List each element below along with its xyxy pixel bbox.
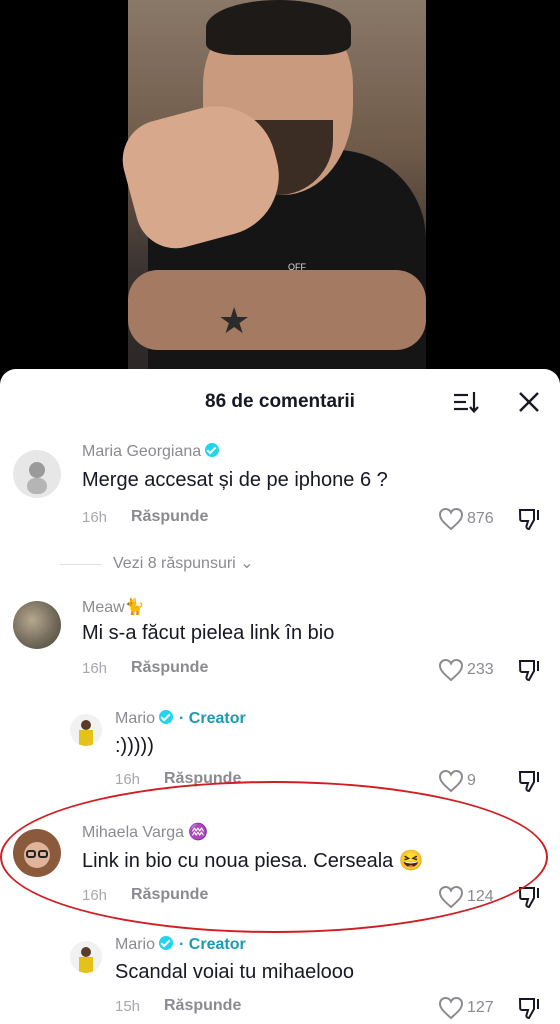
comment-text: :)))))	[115, 735, 154, 757]
author-name[interactable]: Mario	[115, 710, 155, 727]
author-name[interactable]: Maria Georgiana	[82, 443, 201, 460]
avatar[interactable]	[13, 450, 61, 498]
verified-badge-icon	[205, 443, 220, 457]
comment-time: 16h	[82, 509, 108, 526]
close-icon[interactable]	[514, 389, 542, 415]
highlight-annotation	[0, 781, 548, 933]
creator-badge: · Creator	[179, 710, 246, 727]
dislike-icon[interactable]	[517, 506, 543, 532]
dislike-icon[interactable]	[517, 657, 543, 683]
comment-time: 16h	[115, 771, 141, 788]
comment-text: Mi s-a făcut pielea link în bio	[82, 622, 335, 644]
video-frame: ★ OFF	[113, 0, 426, 380]
heart-icon[interactable]	[438, 507, 464, 531]
comment-author[interactable]: Mario · Creator	[115, 710, 246, 728]
verified-badge-icon	[159, 710, 174, 724]
comment-time: 16h	[82, 660, 108, 677]
heart-icon[interactable]	[438, 658, 464, 682]
like-count: 876	[467, 510, 494, 527]
video-player[interactable]: ★ OFF	[0, 0, 560, 380]
heart-icon[interactable]	[438, 996, 464, 1020]
reply-button[interactable]: Răspunde	[164, 997, 241, 1015]
verified-badge-icon	[159, 936, 174, 950]
like-count: 233	[467, 661, 494, 678]
dislike-icon[interactable]	[517, 768, 543, 794]
creator-badge: · Creator	[179, 936, 246, 953]
like-count: 9	[467, 772, 476, 789]
heart-icon[interactable]	[438, 769, 464, 793]
video-tattoo: ★	[218, 300, 251, 341]
video-hair	[206, 0, 351, 55]
view-replies-button[interactable]: Vezi 8 răspunsuri ⌄	[113, 553, 254, 573]
reply-button[interactable]: Răspunde	[131, 659, 208, 677]
comment-author[interactable]: Meaw🐈	[82, 597, 145, 617]
comment-text: Merge accesat și de pe iphone 6 ?	[82, 469, 388, 491]
replies-divider	[60, 564, 102, 565]
comment-author[interactable]: Maria Georgiana	[82, 443, 220, 461]
avatar[interactable]	[70, 941, 102, 973]
comment-author[interactable]: Mario · Creator	[115, 936, 246, 954]
sort-icon[interactable]	[452, 389, 480, 415]
shirt-text: OFF	[288, 262, 306, 272]
comments-header: 86 de comentarii	[0, 369, 560, 431]
comments-sheet: 86 de comentarii Maria Georgiana Merge a…	[0, 369, 560, 1024]
avatar[interactable]	[70, 714, 102, 746]
comment-time: 15h	[115, 998, 141, 1015]
avatar[interactable]	[13, 601, 61, 649]
author-name[interactable]: Mario	[115, 936, 155, 953]
like-count: 127	[467, 999, 494, 1016]
comment-text: Scandal voiai tu mihaelooo	[115, 961, 355, 983]
dislike-icon[interactable]	[517, 995, 543, 1021]
video-arm	[128, 270, 426, 350]
reply-button[interactable]: Răspunde	[131, 508, 208, 526]
